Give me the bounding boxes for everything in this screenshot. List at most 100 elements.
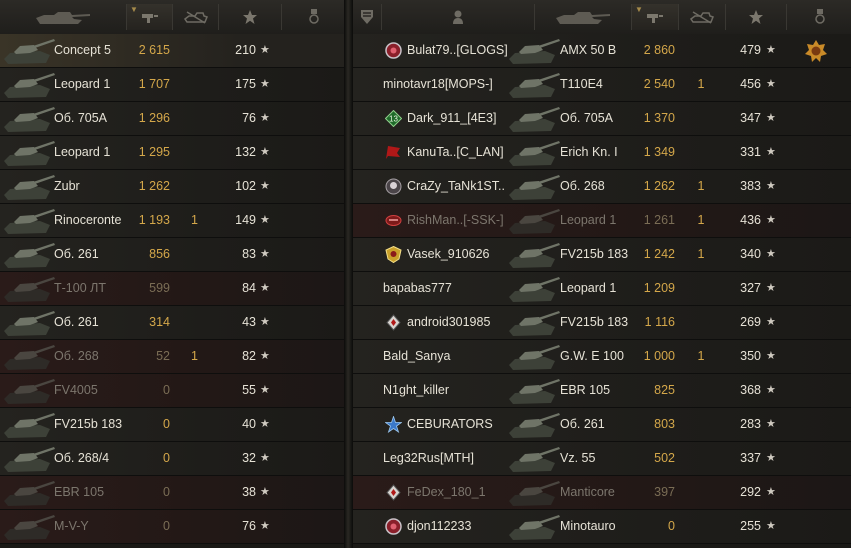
tank-silhouette-icon xyxy=(4,345,55,370)
table-row[interactable]: Concept 5 2 615 210 ★ xyxy=(0,34,344,68)
clan-badge-skull-icon xyxy=(385,178,402,195)
table-row[interactable]: Об. 268/4 0 32 ★ xyxy=(0,442,344,476)
exp-star-icon: ★ xyxy=(766,180,776,192)
table-row[interactable]: Bald_Sanya G.W. E 100 1 000 1 350 ★ xyxy=(353,340,851,374)
frags-value xyxy=(678,136,724,169)
clan-badge-red-circle-icon xyxy=(385,518,402,535)
frags-value xyxy=(172,170,217,203)
damage-value: 1 209 xyxy=(643,281,675,295)
table-row[interactable]: 13 Dark_911_[4E3] Об. 705А 1 370 347 ★ xyxy=(353,102,851,136)
exp-column-header[interactable] xyxy=(725,4,786,30)
damage-value: 0 xyxy=(163,417,170,431)
table-row[interactable]: Leopard 1 1 707 175 ★ xyxy=(0,68,344,102)
table-row[interactable]: Т-100 ЛТ 599 84 ★ xyxy=(0,272,344,306)
exp-star-icon: ★ xyxy=(260,180,270,192)
platoon-icon xyxy=(360,10,373,24)
exp-star-icon: ★ xyxy=(260,112,270,124)
tank-name: EBR 105 xyxy=(560,383,611,397)
player-column-header[interactable] xyxy=(381,4,534,30)
tank-name: Erich Kn. I xyxy=(560,145,618,159)
frags-value xyxy=(678,306,724,339)
frags-value: 1 xyxy=(697,247,705,261)
table-row[interactable]: Об. 705А 1 296 76 ★ xyxy=(0,102,344,136)
tank-column-header[interactable] xyxy=(534,4,631,30)
frags-column-header[interactable] xyxy=(172,4,218,30)
exp-star-icon: ★ xyxy=(766,418,776,430)
table-row[interactable]: Leopard 1 1 295 132 ★ xyxy=(0,136,344,170)
table-row[interactable]: CEBURATORS Об. 261 803 283 ★ xyxy=(353,408,851,442)
exp-star-icon: ★ xyxy=(766,486,776,498)
tank-name: FV215b 183 xyxy=(560,247,629,261)
damage-value: 1 295 xyxy=(138,145,170,159)
sort-caret-icon: ▼ xyxy=(635,5,643,14)
table-row[interactable]: Об. 261 314 43 ★ xyxy=(0,306,344,340)
damage-value: 397 xyxy=(654,485,675,499)
medal-icon xyxy=(308,9,319,24)
damage-column-header[interactable]: ▼ xyxy=(631,4,678,30)
damage-value: 2 615 xyxy=(138,43,170,57)
exp-value: 456 xyxy=(740,77,761,91)
tank-silhouette-icon xyxy=(509,447,560,472)
tank-silhouette-icon xyxy=(509,39,560,64)
damage-value: 502 xyxy=(654,451,675,465)
table-row[interactable]: Об. 261 856 83 ★ xyxy=(0,238,344,272)
damage-column-header[interactable]: ▼ xyxy=(126,4,172,30)
table-row[interactable]: CraZy_TaNk1ST.. Об. 268 1 262 1 383 ★ xyxy=(353,170,851,204)
clan-badge-green-13-icon: 13 xyxy=(385,110,402,127)
damage-value: 0 xyxy=(163,383,170,397)
tank-silhouette-icon xyxy=(4,107,55,132)
exp-value: 102 xyxy=(235,179,256,193)
player-icon xyxy=(453,10,463,24)
tank-name: Об. 261 xyxy=(54,247,99,261)
exp-value: 210 xyxy=(235,43,256,57)
tank-name: Об. 268/4 xyxy=(54,451,110,465)
tank-name: AMX 50 B xyxy=(560,43,617,57)
table-row[interactable]: FeDex_180_1 Manticore 397 292 ★ xyxy=(353,476,851,510)
tank-silhouette-icon xyxy=(509,243,560,268)
table-row[interactable]: FV4005 0 55 ★ xyxy=(0,374,344,408)
table-row[interactable]: M-V-Y 0 76 ★ xyxy=(0,510,344,544)
table-row[interactable]: Leg32Rus[MTH] Vz. 55 502 337 ★ xyxy=(353,442,851,476)
table-row[interactable]: Rinoceronte 1 193 1 149 ★ xyxy=(0,204,344,238)
table-row[interactable]: EBR 105 0 38 ★ xyxy=(0,476,344,510)
left-header: ▼ xyxy=(0,0,344,35)
exp-value: 269 xyxy=(740,315,761,329)
exp-value: 132 xyxy=(235,145,256,159)
exp-column-header[interactable] xyxy=(218,4,281,30)
table-row[interactable]: RishMan..[-SSK-] Leopard 11 261 1 436 ★ xyxy=(353,204,851,238)
frags-value: 1 xyxy=(191,349,198,363)
frags-value xyxy=(172,510,217,543)
table-row[interactable]: android301985 FV215b 183 1 116 269 ★ xyxy=(353,306,851,340)
medal-column-header[interactable] xyxy=(281,4,345,30)
star-icon xyxy=(243,10,257,24)
table-row[interactable]: djon112233 Minotauro 0 255 ★ xyxy=(353,510,851,544)
table-row[interactable]: KanuTa..[C_LAN] Erich Kn. I1 349 331 ★ xyxy=(353,136,851,170)
tank-name: Об. 705А xyxy=(54,111,108,125)
damage-icon xyxy=(141,14,158,23)
frags-value: 1 xyxy=(697,213,705,227)
table-row[interactable]: FV215b 183 0 40 ★ xyxy=(0,408,344,442)
table-row[interactable]: Bulat79..[GLOGS] AMX 50 B2 860 479 ★ xyxy=(353,34,851,68)
tank-silhouette-icon xyxy=(4,481,55,506)
frags-value xyxy=(678,102,724,135)
table-row[interactable]: bapabas777 Leopard 11 209 327 ★ xyxy=(353,272,851,306)
frags-value xyxy=(678,272,724,305)
frags-value: 1 xyxy=(697,179,705,193)
exp-star-icon: ★ xyxy=(766,44,776,56)
platoon-column-header[interactable] xyxy=(353,4,380,30)
frags-column-header[interactable] xyxy=(678,4,725,30)
table-row[interactable]: Vasek_910626 FV215b 183 1 242 1 340 ★ xyxy=(353,238,851,272)
tank-column-header[interactable] xyxy=(0,4,125,30)
clan-badge-gold-shield-icon xyxy=(385,246,402,263)
table-row[interactable]: Об. 268 52 1 82 ★ xyxy=(0,340,344,374)
tank-name: Rinoceronte xyxy=(54,213,122,227)
frags-value xyxy=(172,476,217,509)
medal-column-header[interactable] xyxy=(786,4,851,30)
table-row[interactable]: N1ght_killer EBR 105 825 368 ★ xyxy=(353,374,851,408)
exp-star-icon: ★ xyxy=(260,248,270,260)
frags-value xyxy=(678,476,724,509)
table-row[interactable]: Zubr 1 262 102 ★ xyxy=(0,170,344,204)
tank-silhouette-icon xyxy=(4,447,55,472)
table-row[interactable]: minotavr18[MOPS-] T110E4 2 540 1 456 ★ xyxy=(353,68,851,102)
tank-silhouette-icon xyxy=(4,243,55,268)
